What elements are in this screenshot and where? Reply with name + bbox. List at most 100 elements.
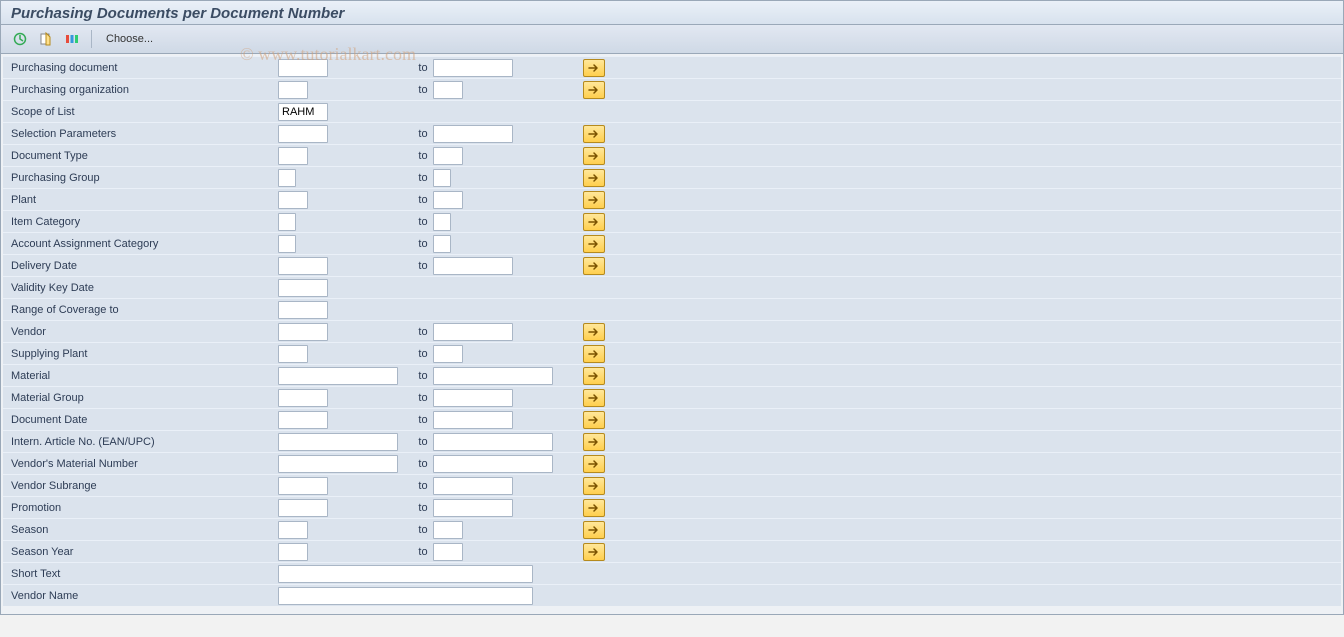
- delivery-date-to-input[interactable]: [433, 257, 513, 275]
- sel-params-from-input[interactable]: [278, 125, 328, 143]
- purch-group-to-input[interactable]: [433, 169, 451, 187]
- vendor-mat-no-from-input[interactable]: [278, 455, 398, 473]
- vendor-subrange-to-input[interactable]: [433, 477, 513, 495]
- field-label: Season Year: [3, 546, 278, 558]
- season-year-multiple-selection-button[interactable]: [583, 543, 605, 561]
- purch-doc-from-input[interactable]: [278, 59, 328, 77]
- to-label: to: [413, 216, 433, 228]
- field-label: Vendor's Material Number: [3, 458, 278, 470]
- item-category-to-input[interactable]: [433, 213, 451, 231]
- ean-upc-multiple-selection-button[interactable]: [583, 433, 605, 451]
- vendor-multiple-selection-button[interactable]: [583, 323, 605, 341]
- execute-icon[interactable]: [9, 29, 31, 49]
- to-label: to: [413, 414, 433, 426]
- material-from-input[interactable]: [278, 367, 398, 385]
- season-multiple-selection-button[interactable]: [583, 521, 605, 539]
- season-to-input[interactable]: [433, 521, 463, 539]
- purch-doc-to-input[interactable]: [433, 59, 513, 77]
- vendor-subrange-multiple-selection-button[interactable]: [583, 477, 605, 495]
- toolbar-separator: [91, 30, 92, 48]
- delivery-date-multiple-selection-button[interactable]: [583, 257, 605, 275]
- to-label: to: [413, 128, 433, 140]
- season-year-from-input[interactable]: [278, 543, 308, 561]
- vendor-subrange-from-input[interactable]: [278, 477, 328, 495]
- selection-options-icon[interactable]: [61, 29, 83, 49]
- field-label: Selection Parameters: [3, 128, 278, 140]
- validity-key-date-from-input[interactable]: [278, 279, 328, 297]
- plant-to-input[interactable]: [433, 191, 463, 209]
- field-row-item-category: Item Category to: [3, 210, 1341, 232]
- promotion-to-input[interactable]: [433, 499, 513, 517]
- supplying-plant-multiple-selection-button[interactable]: [583, 345, 605, 363]
- field-row-range-coverage: Range of Coverage to: [3, 298, 1341, 320]
- purch-org-from-input[interactable]: [278, 81, 308, 99]
- short-text-from-input[interactable]: [278, 565, 533, 583]
- field-label: Vendor Subrange: [3, 480, 278, 492]
- arrow-right-icon: [588, 415, 600, 425]
- delivery-date-from-input[interactable]: [278, 257, 328, 275]
- material-group-to-input[interactable]: [433, 389, 513, 407]
- ean-upc-from-input[interactable]: [278, 433, 398, 451]
- field-row-season-year: Season Year to: [3, 540, 1341, 562]
- field-label: Item Category: [3, 216, 278, 228]
- ean-upc-to-input[interactable]: [433, 433, 553, 451]
- to-label: to: [413, 524, 433, 536]
- range-coverage-from-input[interactable]: [278, 301, 328, 319]
- doc-type-multiple-selection-button[interactable]: [583, 147, 605, 165]
- acct-assign-cat-from-input[interactable]: [278, 235, 296, 253]
- app-window: Purchasing Documents per Document Number…: [0, 0, 1344, 615]
- field-label: Range of Coverage to: [3, 304, 278, 316]
- sel-params-multiple-selection-button[interactable]: [583, 125, 605, 143]
- acct-assign-cat-to-input[interactable]: [433, 235, 451, 253]
- sel-params-to-input[interactable]: [433, 125, 513, 143]
- arrow-right-icon: [588, 349, 600, 359]
- to-label: to: [413, 546, 433, 558]
- vendor-mat-no-multiple-selection-button[interactable]: [583, 455, 605, 473]
- scope-list-from-input[interactable]: [278, 103, 328, 121]
- vendor-to-input[interactable]: [433, 323, 513, 341]
- acct-assign-cat-multiple-selection-button[interactable]: [583, 235, 605, 253]
- purch-org-to-input[interactable]: [433, 81, 463, 99]
- material-group-multiple-selection-button[interactable]: [583, 389, 605, 407]
- get-variant-icon[interactable]: [35, 29, 57, 49]
- season-year-to-input[interactable]: [433, 543, 463, 561]
- vendor-name-from-input[interactable]: [278, 587, 533, 605]
- doc-date-from-input[interactable]: [278, 411, 328, 429]
- purch-group-multiple-selection-button[interactable]: [583, 169, 605, 187]
- promotion-from-input[interactable]: [278, 499, 328, 517]
- doc-type-to-input[interactable]: [433, 147, 463, 165]
- field-label: Validity Key Date: [3, 282, 278, 294]
- plant-multiple-selection-button[interactable]: [583, 191, 605, 209]
- season-from-input[interactable]: [278, 521, 308, 539]
- field-row-material-group: Material Groupto: [3, 386, 1341, 408]
- purch-group-from-input[interactable]: [278, 169, 296, 187]
- doc-type-from-input[interactable]: [278, 147, 308, 165]
- field-label: Supplying Plant: [3, 348, 278, 360]
- to-label: to: [413, 370, 433, 382]
- item-category-multiple-selection-button[interactable]: [583, 213, 605, 231]
- promotion-multiple-selection-button[interactable]: [583, 499, 605, 517]
- to-label: to: [413, 502, 433, 514]
- plant-from-input[interactable]: [278, 191, 308, 209]
- arrow-right-icon: [588, 459, 600, 469]
- supplying-plant-from-input[interactable]: [278, 345, 308, 363]
- material-to-input[interactable]: [433, 367, 553, 385]
- doc-date-to-input[interactable]: [433, 411, 513, 429]
- vendor-mat-no-to-input[interactable]: [433, 455, 553, 473]
- choose-button[interactable]: Choose...: [100, 33, 159, 45]
- selection-form: Purchasing documenttoPurchasing organiza…: [1, 54, 1343, 614]
- to-label: to: [413, 348, 433, 360]
- title-bar: Purchasing Documents per Document Number: [1, 1, 1343, 25]
- item-category-from-input[interactable]: [278, 213, 296, 231]
- field-row-doc-date: Document Dateto: [3, 408, 1341, 430]
- material-multiple-selection-button[interactable]: [583, 367, 605, 385]
- to-label: to: [413, 436, 433, 448]
- vendor-from-input[interactable]: [278, 323, 328, 341]
- purch-org-multiple-selection-button[interactable]: [583, 81, 605, 99]
- doc-date-multiple-selection-button[interactable]: [583, 411, 605, 429]
- purch-doc-multiple-selection-button[interactable]: [583, 59, 605, 77]
- field-row-short-text: Short Text: [3, 562, 1341, 584]
- supplying-plant-to-input[interactable]: [433, 345, 463, 363]
- material-group-from-input[interactable]: [278, 389, 328, 407]
- to-label: to: [413, 326, 433, 338]
